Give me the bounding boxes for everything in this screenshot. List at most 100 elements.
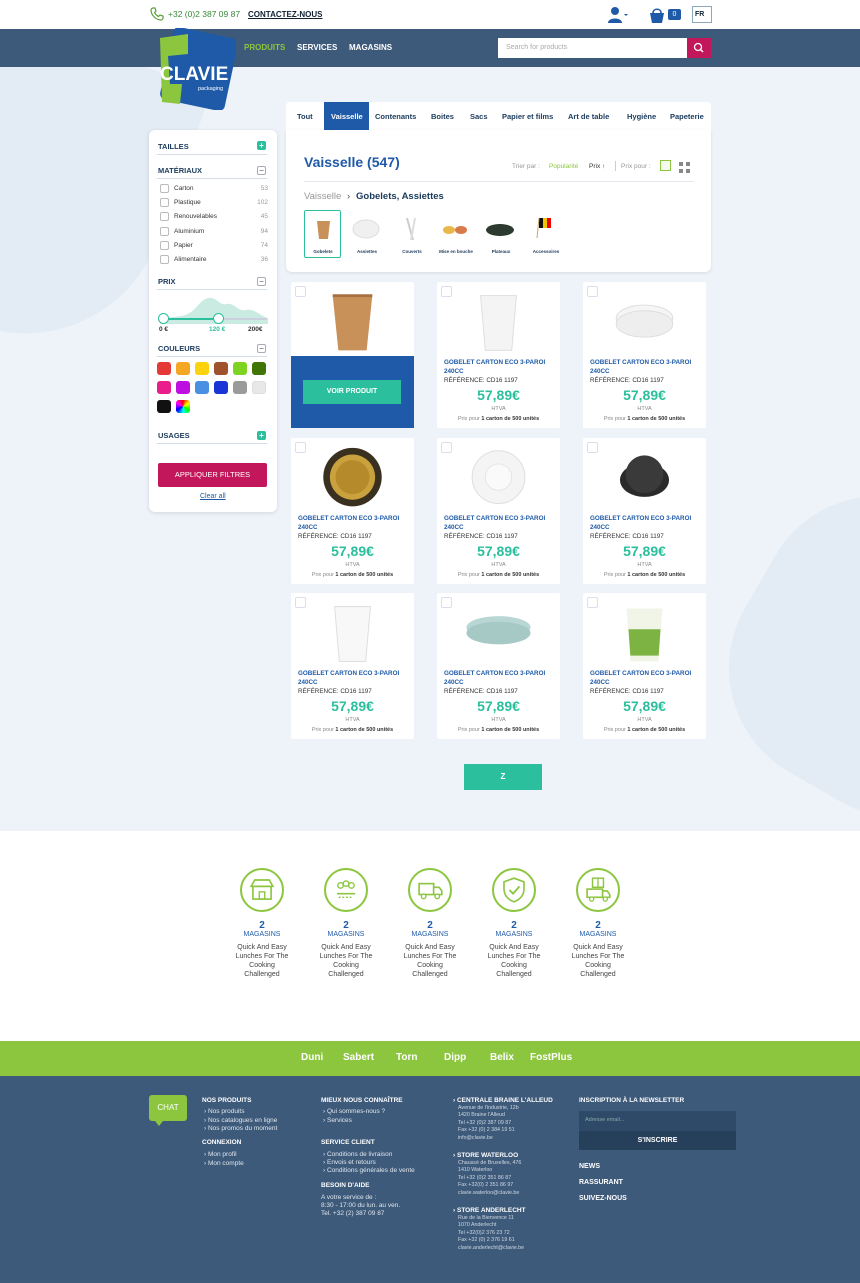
color-swatch[interactable] [176, 362, 190, 375]
collapse-icon[interactable]: − [257, 166, 266, 175]
brand-logo[interactable]: FostPlus [530, 1052, 572, 1063]
product-card[interactable]: GOBELET CARTON ECO 3-PAROI 240CC RÉFÉRENC… [291, 438, 414, 584]
view-grid-icon[interactable] [679, 160, 690, 173]
color-swatch[interactable] [233, 381, 247, 394]
voir-produit-button[interactable]: VOIR PRODUIT [303, 380, 401, 404]
filter-tailles-heading[interactable]: TAILLES [158, 142, 189, 151]
search-button[interactable] [687, 38, 711, 58]
pin-icon[interactable] [587, 442, 598, 453]
load-more-button[interactable]: Z [464, 764, 542, 790]
contact-link[interactable]: CONTACTEZ-NOUS [248, 10, 323, 19]
apply-filters-button[interactable]: APPLIQUER FILTRES [158, 463, 267, 487]
footer-menu-news[interactable]: NEWS [579, 1163, 600, 1170]
tab-hygiene[interactable]: Hygiène [627, 112, 656, 121]
material-checkbox-row[interactable]: Aluminium 94 [160, 226, 268, 238]
color-swatch[interactable] [252, 381, 266, 394]
color-swatch[interactable] [195, 362, 209, 375]
language-select[interactable]: FR [692, 6, 712, 23]
color-swatch[interactable] [252, 362, 266, 375]
product-name[interactable]: GOBELET CARTON ECO 3-PAROI 240CC [444, 359, 556, 376]
footer-menu-suivez-nous[interactable]: SUIVEZ-NOUS [579, 1195, 627, 1202]
checkbox[interactable] [160, 255, 169, 264]
color-swatch[interactable] [214, 381, 228, 394]
product-card[interactable]: GOBELET CARTON ECO 3-PAROI 240CC RÉFÉRENC… [437, 593, 560, 739]
product-name[interactable]: GOBELET CARTON ECO 3-PAROI 240CC [444, 515, 556, 532]
search-input[interactable]: Search for products [498, 38, 687, 58]
product-card[interactable]: GOBELET CARTON ECO 3-PAROI 240CC RÉFÉRENC… [583, 438, 706, 584]
product-name[interactable]: GOBELET CARTON ECO 3-PAROI 240CC [590, 359, 702, 376]
pin-icon[interactable] [587, 286, 598, 297]
footer-menu-rassurant[interactable]: RASSURANT [579, 1179, 623, 1186]
subscribe-button[interactable]: S'INSCRIRE [579, 1131, 736, 1150]
checkbox[interactable] [160, 212, 169, 221]
material-checkbox-row[interactable]: Plastique 102 [160, 197, 268, 209]
pin-icon[interactable] [441, 597, 452, 608]
price-slider-max-handle[interactable] [213, 313, 224, 324]
product-card[interactable]: GOBELET CARTON ECO 3-PAROI 240CC RÉFÉRENC… [291, 593, 414, 739]
clear-all-link[interactable]: Clear all [200, 493, 226, 500]
product-card[interactable]: GOBELET CARTON ECO 3-PAROI 240CC RÉFÉRENC… [437, 282, 560, 428]
footer-link[interactable]: › Envois et retours [323, 1159, 376, 1166]
pin-icon[interactable] [587, 597, 598, 608]
checkbox[interactable] [160, 241, 169, 250]
pin-icon[interactable] [295, 442, 306, 453]
pin-icon[interactable] [441, 442, 452, 453]
chat-button[interactable]: CHAT [149, 1095, 187, 1121]
nav-services[interactable]: SERVICES [297, 43, 337, 52]
brand-logo[interactable]: Dipp [444, 1052, 466, 1063]
expand-icon[interactable]: + [257, 431, 266, 440]
filter-usages-heading[interactable]: USAGES [158, 431, 190, 440]
checkbox[interactable] [160, 184, 169, 193]
product-name[interactable]: GOBELET CARTON ECO 3-PAROI 240CC [298, 515, 410, 532]
material-checkbox-row[interactable]: Renouvelables 45 [160, 211, 268, 223]
tab-papeterie[interactable]: Papeterie [670, 112, 704, 121]
footer-link[interactable]: › Conditions de livraison [323, 1151, 392, 1158]
material-checkbox-row[interactable]: Alimentaire 36 [160, 254, 268, 266]
product-card[interactable]: VOIR PRODUIT [291, 282, 414, 428]
pin-icon[interactable] [295, 286, 306, 297]
pin-icon[interactable] [441, 286, 452, 297]
pin-icon[interactable] [295, 597, 306, 608]
color-swatch[interactable] [157, 381, 171, 394]
brand-logo[interactable]: Torn [396, 1052, 417, 1063]
footer-link[interactable]: › Mon profil [204, 1151, 237, 1158]
sort-popularity[interactable]: Popularité [549, 163, 578, 170]
footer-link[interactable]: › Nos produits [204, 1108, 244, 1115]
filter-couleurs-heading[interactable]: COULEURS [158, 344, 200, 353]
footer-link[interactable]: › Nos catalogues en ligne [204, 1117, 277, 1124]
color-swatch[interactable] [233, 362, 247, 375]
nav-produits[interactable]: PRODUITS [244, 43, 285, 52]
footer-link[interactable]: › Nos promos du moment [204, 1125, 277, 1132]
product-name[interactable]: GOBELET CARTON ECO 3-PAROI 240CC [444, 670, 556, 687]
product-name[interactable]: GOBELET CARTON ECO 3-PAROI 240CC [590, 515, 702, 532]
tab-sacs[interactable]: Sacs [470, 112, 488, 121]
account-menu[interactable] [607, 6, 629, 24]
color-swatch[interactable] [214, 362, 228, 375]
color-swatch[interactable] [157, 400, 171, 413]
newsletter-email-input[interactable]: Adresse email... [579, 1111, 736, 1131]
tab-vaisselle[interactable]: Vaisselle [331, 112, 363, 121]
checkbox[interactable] [160, 198, 169, 207]
filter-prix-heading[interactable]: PRIX [158, 277, 176, 286]
material-checkbox-row[interactable]: Carton 53 [160, 183, 268, 195]
tab-contenants[interactable]: Contenants [375, 112, 416, 121]
color-swatch[interactable] [157, 362, 171, 375]
tab-tout[interactable]: Tout [297, 112, 313, 121]
color-swatch[interactable] [176, 400, 190, 413]
tab-boites[interactable]: Boites [431, 112, 454, 121]
tab-art-de-table[interactable]: Art de table [568, 112, 609, 121]
clavie-logo[interactable]: CLAVIE packaging [152, 27, 238, 111]
view-list-icon[interactable] [660, 160, 671, 171]
price-slider-min-handle[interactable] [158, 313, 169, 324]
tab-papier-films[interactable]: Papier et films [502, 112, 553, 121]
brand-logo[interactable]: Duni [301, 1052, 323, 1063]
product-name[interactable]: GOBELET CARTON ECO 3-PAROI 240CC [298, 670, 410, 687]
footer-link[interactable]: › Conditions générales de vente [323, 1167, 415, 1174]
sort-price[interactable]: Prix ↑ [589, 163, 605, 170]
product-name[interactable]: GOBELET CARTON ECO 3-PAROI 240CC [590, 670, 702, 687]
footer-link[interactable]: › Services [323, 1117, 352, 1124]
nav-magasins[interactable]: MAGASINS [349, 43, 392, 52]
product-card[interactable]: GOBELET CARTON ECO 3-PAROI 240CC RÉFÉRENC… [583, 593, 706, 739]
footer-link[interactable]: › Mon compte [204, 1160, 244, 1167]
collapse-icon[interactable]: − [257, 344, 266, 353]
